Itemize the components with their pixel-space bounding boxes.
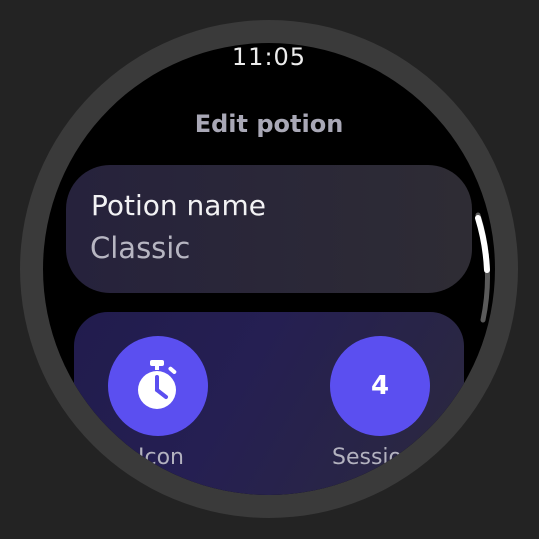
watch-frame: 11:05 Edit potion Potion name Classic 4 (0, 0, 539, 539)
scrollbar[interactable] (0, 0, 539, 539)
scrollbar-thumb[interactable] (475, 215, 490, 273)
